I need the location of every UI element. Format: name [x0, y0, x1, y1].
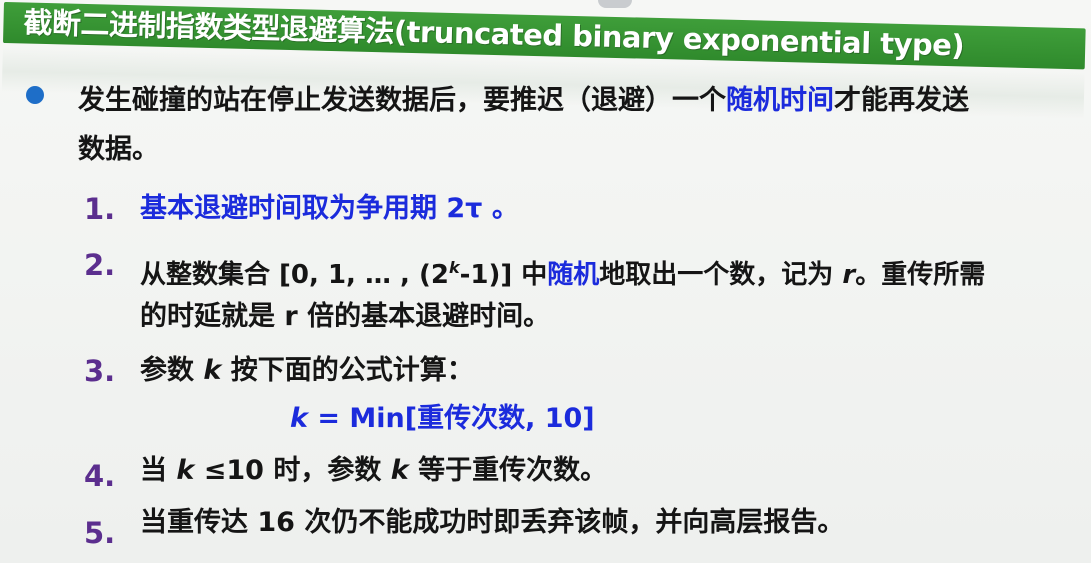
intro-line-2: 数据。: [78, 134, 159, 165]
item-3-number: 3.: [84, 354, 116, 388]
item-2-superscript: k: [448, 258, 460, 277]
item-4-number: 4.: [84, 459, 116, 493]
item-4-text-c: 等于重传次数。: [408, 455, 608, 486]
item-5-text: 当重传达 16 次仍不能成功时即丢弃该帧，并向高层报告。: [140, 507, 845, 538]
item-3-formula: k = Min[重传次数, 10]: [290, 403, 595, 435]
item-3-text: 参数 k 按下面的公式计算：: [140, 355, 474, 387]
item-2-r: r: [842, 260, 856, 290]
item-1-number: 1.: [84, 192, 116, 226]
item-5-number: 5.: [84, 516, 116, 550]
intro-highlight: 随机时间: [726, 85, 834, 116]
item-3-text-b: 按下面的公式计算：: [221, 355, 474, 386]
item-2-line-2: 的时延就是 r 倍的基本退避时间。: [140, 301, 551, 332]
item-2-text-b: -1)] 中: [459, 260, 548, 290]
item-4-k2: k: [390, 455, 409, 486]
slide: 截断二进制指数类型退避算法(truncated binary exponenti…: [0, 0, 1091, 563]
item-2-text-c: 地取出一个数，记为: [599, 260, 843, 290]
formula-k: k: [290, 403, 308, 434]
item-4-text-b: ≤10 时，参数: [194, 455, 391, 486]
item-2-text-a: 从整数集合 [0, 1, … , (2: [140, 260, 449, 290]
intro-text-a: 发生碰撞的站在停止发送数据后，要推迟（退避）一个: [78, 85, 726, 116]
intro-text-b: 才能再发送: [834, 85, 969, 116]
item-1-text: 基本退避时间取为争用期 2τ 。: [140, 193, 519, 224]
item-2-number: 2.: [84, 248, 116, 282]
bullet-icon: [26, 86, 44, 104]
item-3-text-a: 参数: [140, 355, 204, 386]
item-4-k1: k: [176, 455, 195, 486]
formula-rest: = Min[重传次数, 10]: [307, 403, 595, 434]
item-2-line-1: 从整数集合 [0, 1, … , (2k-1)] 中随机地取出一个数，记为 r。…: [140, 252, 985, 291]
item-2-highlight: 随机: [547, 260, 600, 290]
item-3-k: k: [203, 355, 222, 386]
item-4-text-a: 当: [140, 455, 177, 486]
intro-line-1: 发生碰撞的站在停止发送数据后，要推迟（退避）一个随机时间才能再发送: [78, 85, 969, 117]
item-2-text-d: 。重传所需: [855, 260, 986, 290]
slide-content: 发生碰撞的站在停止发送数据后，要推迟（退避）一个随机时间才能再发送 数据。 1.…: [0, 0, 1091, 563]
item-4-text: 当 k ≤10 时，参数 k 等于重传次数。: [140, 455, 607, 487]
